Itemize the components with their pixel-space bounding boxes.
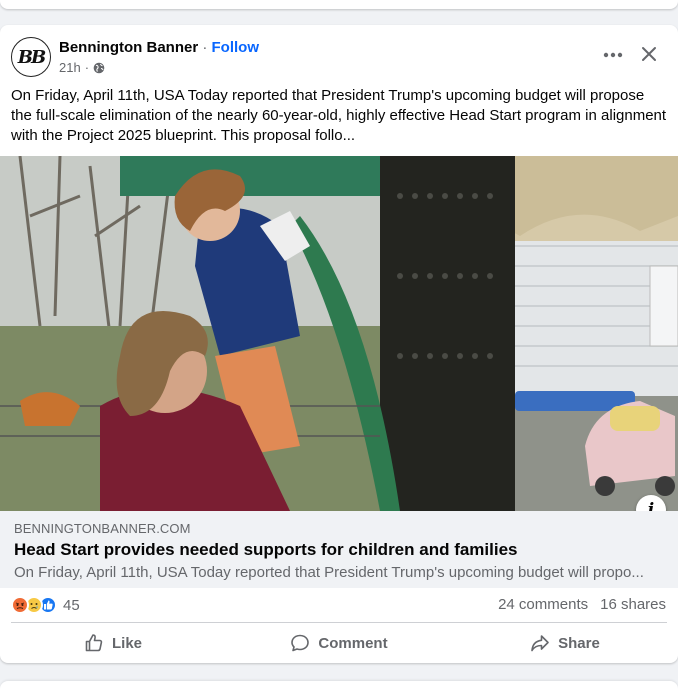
share-icon	[531, 635, 549, 652]
action-divider	[11, 622, 667, 623]
reaction-summary[interactable]: 45	[11, 595, 80, 615]
engagement-counts: 24 comments 16 shares	[498, 596, 666, 613]
action-bar: Like Comment Share	[0, 626, 678, 660]
comment-button[interactable]: Comment	[226, 626, 452, 660]
follow-button[interactable]: Follow	[212, 39, 260, 56]
shares-count[interactable]: 16 shares	[600, 596, 666, 613]
post-photo[interactable]	[0, 156, 678, 511]
more-options-icon[interactable]	[597, 43, 629, 67]
photo-illustration	[0, 156, 678, 511]
post-author-line: Bennington Banner · Follow	[59, 39, 259, 56]
post-header: BB Bennington Banner · Follow 21h ·	[0, 25, 678, 87]
next-post-card	[0, 681, 678, 699]
close-icon[interactable]	[636, 41, 662, 67]
post-meta: 21h ·	[59, 60, 105, 75]
link-preview[interactable]: BENNINGTONBANNER.COM Head Start provides…	[0, 511, 678, 588]
avatar-monogram: BB	[17, 46, 46, 68]
share-label: Share	[558, 634, 600, 652]
feed-post: BB Bennington Banner · Follow 21h · On F…	[0, 25, 678, 663]
comments-count[interactable]: 24 comments	[498, 596, 588, 613]
separator-dot: ·	[202, 39, 208, 56]
link-description: On Friday, April 11th, USA Today reporte…	[14, 564, 644, 581]
thumbs-up-icon	[85, 634, 103, 652]
page-avatar[interactable]: BB	[11, 37, 51, 77]
globe-icon	[93, 62, 105, 73]
separator-dot: ·	[84, 60, 90, 75]
like-button[interactable]: Like	[0, 626, 226, 660]
link-domain: BENNINGTONBANNER.COM	[14, 521, 191, 536]
comment-icon	[291, 634, 310, 652]
like-label: Like	[111, 634, 142, 652]
angry-icon	[11, 596, 29, 614]
previous-post-card	[0, 0, 678, 9]
comment-label: Comment	[318, 634, 388, 652]
page-name-link[interactable]: Bennington Banner	[59, 39, 198, 56]
post-timestamp[interactable]: 21h	[59, 60, 81, 75]
reaction-count: 45	[63, 596, 80, 614]
share-button[interactable]: Share	[452, 626, 678, 660]
post-body-text: On Friday, April 11th, USA Today reporte…	[11, 87, 667, 144]
link-title[interactable]: Head Start provides needed supports for …	[14, 540, 518, 560]
